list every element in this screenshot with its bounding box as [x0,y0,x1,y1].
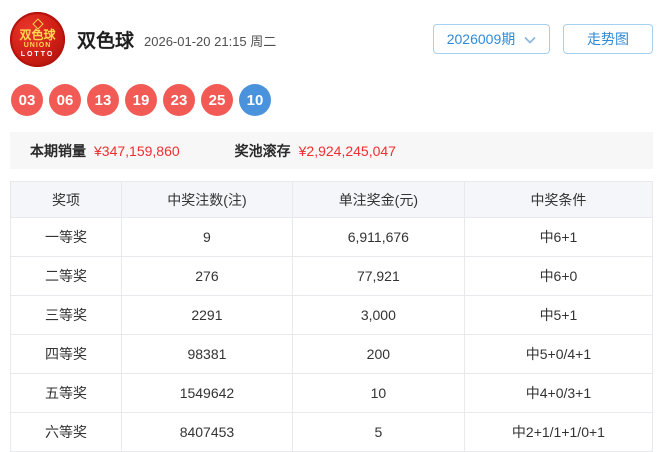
chevron-down-icon [524,36,536,44]
header-amount: 单注奖金(元) [291,181,465,218]
table-row: 二等奖 276 77,921 中6+0 [9,256,654,296]
prize-cell: 五等奖 [9,373,123,413]
union-lotto-logo: 双色球 UNION LOTTO [10,11,65,67]
drawn-numbers: 03 06 13 19 23 25 10 [11,84,653,116]
table-row: 一等奖 9 6,911,676 中6+1 [9,217,654,257]
prize-cell: 三等奖 [9,295,123,335]
count-cell: 1549642 [121,373,293,413]
sales-label: 本期销量 [30,142,86,159]
logo-text-union: UNION [23,41,52,49]
table-row: 三等奖 2291 3,000 中5+1 [9,295,654,335]
lottery-results-page: 双色球 UNION LOTTO 双色球 2026-01-20 21:15 周二 … [0,0,663,452]
prize-table-header-row: 奖项 中奖注数(注) 单注奖金(元) 中奖条件 [9,181,654,218]
trend-chart-button[interactable]: 走势图 [563,24,653,54]
count-cell: 2291 [121,295,293,335]
amount-cell: 5 [291,412,465,452]
header-prize: 奖项 [9,181,123,218]
pool-label: 奖池滚存 [234,142,291,159]
red-ball-2: 06 [49,84,81,116]
condition-cell: 中5+0/4+1 [463,334,654,374]
red-ball-3: 13 [87,84,119,116]
table-row: 五等奖 1549642 10 中4+0/3+1 [9,373,654,413]
table-row: 四等奖 98381 200 中5+0/4+1 [9,334,654,374]
header-condition: 中奖条件 [463,181,654,218]
condition-cell: 中4+0/3+1 [463,373,654,413]
count-cell: 98381 [121,334,293,374]
prize-cell: 二等奖 [9,256,123,296]
amount-cell: 6,911,676 [291,217,465,257]
count-cell: 8407453 [121,412,293,452]
condition-cell: 中5+1 [463,295,654,335]
amount-cell: 77,921 [291,256,465,296]
period-label: 2026009期 [446,31,516,47]
prize-cell: 六等奖 [9,412,123,452]
prize-cell: 四等奖 [9,334,123,374]
header: 双色球 UNION LOTTO 双色球 2026-01-20 21:15 周二 … [10,10,653,68]
summary-bar: 本期销量 ¥347,159,860 奖池滚存 ¥2,924,245,047 [10,132,653,169]
pool-value: ¥2,924,245,047 [298,142,396,159]
period-selector[interactable]: 2026009期 [433,24,550,54]
condition-cell: 中2+1/1+1/0+1 [463,412,654,452]
amount-cell: 10 [291,373,465,413]
pool-group: 奖池滚存 ¥2,924,245,047 [235,141,396,161]
prize-table: 奖项 中奖注数(注) 单注奖金(元) 中奖条件 一等奖 9 6,911,676 … [9,181,654,452]
table-row: 六等奖 8407453 5 中2+1/1+1/0+1 [9,412,654,452]
amount-cell: 3,000 [291,295,465,335]
red-ball-5: 23 [163,84,195,116]
blue-ball: 10 [239,84,271,116]
red-ball-6: 25 [201,84,233,116]
prize-cell: 一等奖 [9,217,123,257]
red-ball-1: 03 [11,84,43,116]
count-cell: 276 [121,256,293,296]
logo-text-lotto: LOTTO [20,50,55,58]
page-title: 双色球 [77,30,135,52]
red-ball-4: 19 [125,84,157,116]
condition-cell: 中6+0 [463,256,654,296]
condition-cell: 中6+1 [463,217,654,257]
logo-text-cn: 双色球 [19,27,56,42]
count-cell: 9 [121,217,293,257]
header-count: 中奖注数(注) [121,181,293,218]
sales-value: ¥347,159,860 [94,142,180,159]
amount-cell: 200 [291,334,465,374]
draw-datetime: 2026-01-20 21:15 周二 [144,34,277,49]
